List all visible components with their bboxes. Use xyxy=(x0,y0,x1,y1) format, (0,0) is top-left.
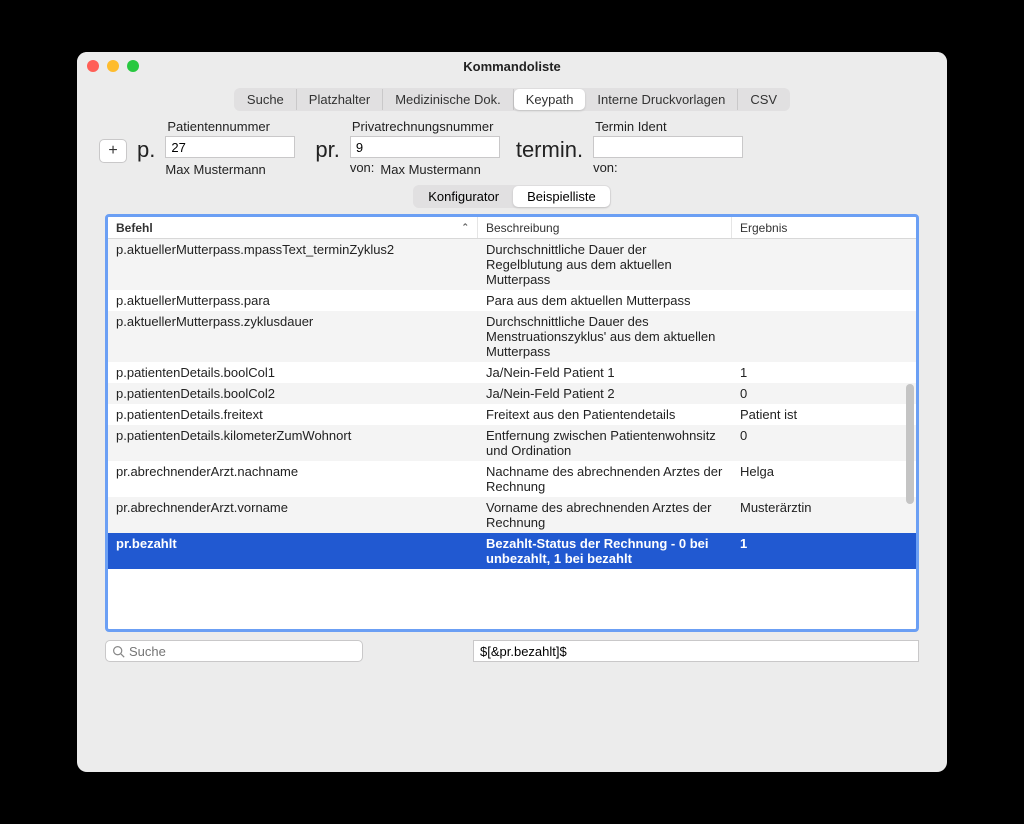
tab-beispielliste[interactable]: Beispielliste xyxy=(513,186,610,207)
cell-befehl: p.aktuellerMutterpass.mpassText_terminZy… xyxy=(108,239,478,290)
termin-ident-input[interactable] xyxy=(593,136,743,158)
cell-beschreibung: Nachname des abrechnenden Arztes der Rec… xyxy=(478,461,732,497)
tab-csv[interactable]: CSV xyxy=(738,89,789,110)
key-entry-row: + p. Patientennummer Max Mustermann pr. … xyxy=(77,115,947,183)
cell-befehl: pr.abrechnenderArzt.nachname xyxy=(108,461,478,497)
cell-ergebnis xyxy=(732,239,916,290)
termin-prefix: termin. xyxy=(516,137,583,163)
table-row[interactable]: p.patientenDetails.kilometerZumWohnortEn… xyxy=(108,425,916,461)
invoice-prefix: pr. xyxy=(315,137,339,163)
cell-ergebnis: Musterärztin xyxy=(732,497,916,533)
table-row[interactable]: p.patientenDetails.boolCol2Ja/Nein-Feld … xyxy=(108,383,916,404)
table-row[interactable]: p.aktuellerMutterpass.mpassText_terminZy… xyxy=(108,239,916,290)
invoice-label: Privatrechnungsnummer xyxy=(350,119,500,134)
cell-beschreibung: Durchschnittliche Dauer des Menstruation… xyxy=(478,311,732,362)
command-table: Befehl ⌃ Beschreibung Ergebnis p.aktuell… xyxy=(105,214,919,632)
cell-beschreibung: Freitext aus den Patientendetails xyxy=(478,404,732,425)
tab-medizinische-dok[interactable]: Medizinische Dok. xyxy=(383,89,514,110)
col-beschreibung[interactable]: Beschreibung xyxy=(478,217,732,238)
table-row[interactable]: p.aktuellerMutterpass.paraPara aus dem a… xyxy=(108,290,916,311)
patient-label: Patientennummer xyxy=(165,119,295,134)
cell-beschreibung: Entfernung zwischen Patientenwohnsitz un… xyxy=(478,425,732,461)
cell-ergebnis: 1 xyxy=(732,362,916,383)
inner-tab-row: Konfigurator Beispielliste xyxy=(77,183,947,214)
search-box[interactable] xyxy=(105,640,363,662)
minimize-button[interactable] xyxy=(107,60,119,72)
tab-konfigurator[interactable]: Konfigurator xyxy=(414,186,513,207)
main-tabs: Suche Platzhalter Medizinische Dok. Keyp… xyxy=(234,88,790,111)
table-row[interactable]: pr.abrechnenderArzt.vornameVorname des a… xyxy=(108,497,916,533)
cell-beschreibung: Vorname des abrechnenden Arztes der Rech… xyxy=(478,497,732,533)
cell-ergebnis: 0 xyxy=(732,425,916,461)
cell-befehl: p.aktuellerMutterpass.zyklusdauer xyxy=(108,311,478,362)
patient-number-input[interactable] xyxy=(165,136,295,158)
invoice-sub-name: Max Mustermann xyxy=(380,160,480,177)
table-row[interactable]: p.patientenDetails.freitextFreitext aus … xyxy=(108,404,916,425)
cell-befehl: pr.bezahlt xyxy=(108,533,478,569)
invoice-sub-prefix: von: xyxy=(350,160,375,177)
table-row[interactable]: p.aktuellerMutterpass.zyklusdauerDurchsc… xyxy=(108,311,916,362)
cell-beschreibung: Ja/Nein-Feld Patient 1 xyxy=(478,362,732,383)
invoice-number-input[interactable] xyxy=(350,136,500,158)
titlebar: Kommandoliste xyxy=(77,52,947,80)
search-input[interactable] xyxy=(129,644,356,659)
window-controls xyxy=(87,60,139,72)
cell-befehl: p.aktuellerMutterpass.para xyxy=(108,290,478,311)
cell-befehl: pr.abrechnenderArzt.vorname xyxy=(108,497,478,533)
cell-beschreibung: Para aus dem aktuellen Mutterpass xyxy=(478,290,732,311)
col-befehl[interactable]: Befehl ⌃ xyxy=(108,217,478,238)
patient-name: Max Mustermann xyxy=(165,160,295,177)
cell-ergebnis: 0 xyxy=(732,383,916,404)
plus-icon: + xyxy=(108,142,117,160)
zoom-button[interactable] xyxy=(127,60,139,72)
cell-ergebnis: Patient ist xyxy=(732,404,916,425)
result-expression[interactable]: $[&pr.bezahlt]$ xyxy=(473,640,919,662)
cell-beschreibung: Ja/Nein-Feld Patient 2 xyxy=(478,383,732,404)
cell-ergebnis xyxy=(732,311,916,362)
cell-befehl: p.patientenDetails.freitext xyxy=(108,404,478,425)
tab-keypath[interactable]: Keypath xyxy=(514,89,586,110)
cell-beschreibung: Bezahlt-Status der Rechnung - 0 bei unbe… xyxy=(478,533,732,569)
cell-befehl: p.patientenDetails.kilometerZumWohnort xyxy=(108,425,478,461)
add-button[interactable]: + xyxy=(99,139,127,163)
table-row[interactable]: pr.abrechnenderArzt.nachnameNachname des… xyxy=(108,461,916,497)
termin-sub-prefix: von: xyxy=(593,160,618,175)
bottom-controls: $[&pr.bezahlt]$ xyxy=(77,632,947,662)
window-title: Kommandoliste xyxy=(463,59,561,74)
tab-platzhalter[interactable]: Platzhalter xyxy=(297,89,383,110)
table-header: Befehl ⌃ Beschreibung Ergebnis xyxy=(108,217,916,239)
inner-tabs: Konfigurator Beispielliste xyxy=(413,185,610,208)
app-window: Kommandoliste Suche Platzhalter Medizini… xyxy=(77,52,947,772)
termin-label: Termin Ident xyxy=(593,119,743,134)
cell-befehl: p.patientenDetails.boolCol2 xyxy=(108,383,478,404)
table-row[interactable]: pr.bezahltBezahlt-Status der Rechnung - … xyxy=(108,533,916,569)
tab-suche[interactable]: Suche xyxy=(235,89,297,110)
scrollbar[interactable] xyxy=(906,384,914,504)
cell-befehl: p.patientenDetails.boolCol1 xyxy=(108,362,478,383)
cell-beschreibung: Durchschnittliche Dauer der Regelblutung… xyxy=(478,239,732,290)
main-tab-bar: Suche Platzhalter Medizinische Dok. Keyp… xyxy=(77,80,947,115)
cell-ergebnis: 1 xyxy=(732,533,916,569)
col-ergebnis[interactable]: Ergebnis xyxy=(732,217,916,238)
table-row[interactable]: p.patientenDetails.boolCol1Ja/Nein-Feld … xyxy=(108,362,916,383)
close-button[interactable] xyxy=(87,60,99,72)
cell-ergebnis: Helga xyxy=(732,461,916,497)
sort-asc-icon: ⌃ xyxy=(461,222,469,233)
tab-interne-druckvorlagen[interactable]: Interne Druckvorlagen xyxy=(585,89,738,110)
cell-ergebnis xyxy=(732,290,916,311)
table-body: p.aktuellerMutterpass.mpassText_terminZy… xyxy=(108,239,916,629)
patient-prefix: p. xyxy=(137,137,155,163)
search-icon xyxy=(112,645,125,658)
